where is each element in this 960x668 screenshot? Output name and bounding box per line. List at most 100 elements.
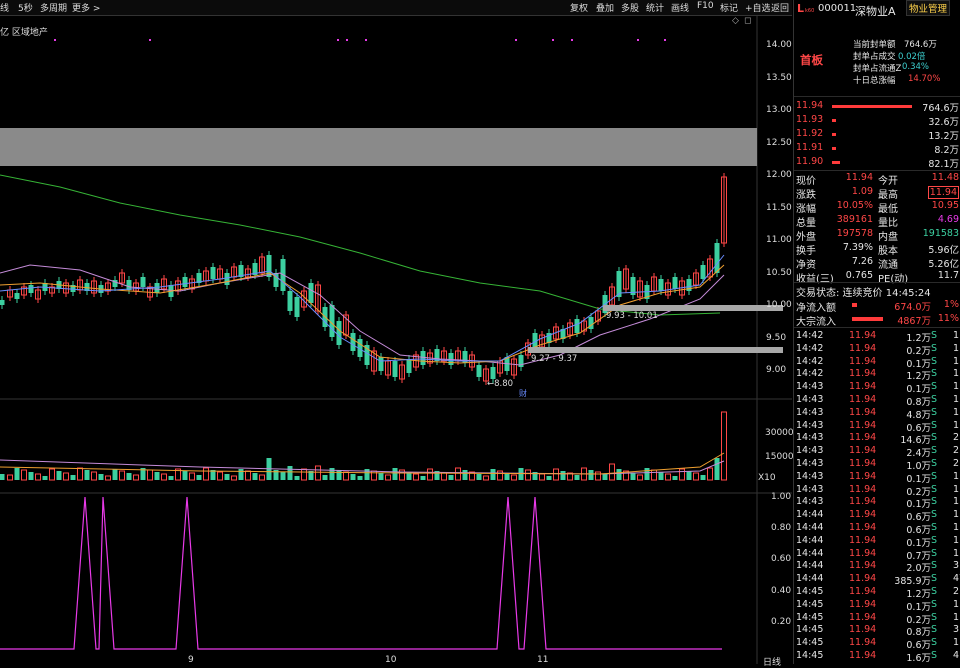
toolbar-button-statistics[interactable]: 统计 (646, 1, 664, 14)
trade-count: 1 (953, 483, 960, 495)
seal-stat-label: 封单占成交 (853, 52, 896, 62)
trade-row: 14:43 11.94 14.6万 S 2 (794, 432, 960, 446)
trade-time: 14:43 (796, 445, 824, 457)
trade-direction: S (931, 637, 938, 649)
bid-price: 11.94 (796, 100, 824, 111)
trade-time: 14:44 (796, 509, 824, 521)
volume-bar (399, 469, 405, 481)
trade-count: 2 (953, 586, 960, 597)
resistance-zone (0, 128, 757, 166)
quote-label: 外盘 (796, 232, 816, 243)
quote-value: 10.05% (836, 200, 873, 211)
trade-direction: S (931, 445, 938, 457)
trade-count: 1 (953, 342, 960, 354)
candle-down (336, 321, 342, 345)
trade-row: 14:43 11.94 0.1万 S 1 (794, 471, 960, 485)
volume-bar (189, 472, 195, 481)
toolbar-item-more[interactable]: 更多 > (72, 1, 100, 14)
volume-bar (504, 473, 510, 480)
range-label-lower: 9.27 - 9.37 (531, 354, 578, 364)
volume-bar (707, 467, 713, 481)
candle-down (476, 365, 482, 377)
toolbar-button-mark[interactable]: 标记 (720, 1, 738, 14)
price-axis-label: 10.50 (766, 267, 792, 278)
trade-direction: S (931, 586, 938, 597)
candle-down (308, 283, 314, 303)
price-axis-label: 9.50 (766, 332, 787, 343)
toolbar-button-restore-rights[interactable]: 复权 (570, 1, 588, 14)
toolbar-item-multi-period[interactable]: 多周期 (40, 1, 67, 14)
volume-bar (98, 474, 104, 480)
bid-volume: 82.1万 (928, 159, 959, 170)
seal-stat-label: 十日总涨幅 (853, 76, 896, 86)
toolbar-button-draw-line[interactable]: 画线 (671, 1, 689, 14)
volume-bar (357, 476, 363, 480)
kline-chart[interactable] (0, 15, 792, 664)
toolbar-button-add-watchlist[interactable]: +自选 (745, 1, 771, 14)
volume-bar (84, 470, 90, 480)
quote-value: 11.94 (845, 172, 873, 183)
flow-bar (852, 303, 858, 307)
trade-direction: S (931, 522, 938, 533)
candle-down (329, 305, 335, 337)
trade-count: 1 (953, 406, 960, 418)
seal-stat-value: 0.34% (902, 62, 930, 72)
trade-count: 1 (953, 598, 960, 610)
quote-label: 最低 (878, 204, 898, 215)
trade-direction: S (931, 560, 938, 572)
candle-down (392, 361, 398, 377)
volume-bar (497, 470, 503, 481)
candle-down (287, 291, 293, 311)
toolbar-button-back[interactable]: 返回 (771, 1, 789, 14)
trade-price: 11.94 (849, 573, 877, 585)
volume-bar (133, 474, 139, 481)
candle-down (574, 319, 580, 333)
trade-direction: S (931, 368, 938, 380)
trade-time: 14:43 (796, 483, 824, 495)
trade-count: 1 (953, 496, 960, 508)
trade-row: 14:45 11.94 0.6万 S 1 (794, 637, 960, 651)
trade-price: 11.94 (849, 342, 877, 354)
trade-count: 1 (953, 394, 960, 405)
volume-bar (21, 469, 27, 481)
range-label-upper: 9.93 - 10.01 (606, 311, 658, 321)
industry-button[interactable]: 物业管理 (906, 0, 951, 16)
trade-time: 14:44 (796, 573, 824, 585)
toolbar-button-f10[interactable]: F10 (697, 1, 714, 11)
volume-axis-label-15000: 15000 (765, 452, 794, 462)
volume-bar (672, 476, 678, 480)
trade-price: 11.94 (849, 445, 877, 457)
volume-bar (679, 468, 685, 481)
volume-bar (217, 471, 223, 481)
volume-bar (574, 475, 580, 480)
bid-volume-bar (832, 133, 836, 136)
trade-row: 14:42 11.94 1.2万 S 1 (794, 368, 960, 382)
indicator-axis-label-4: 0.40 (771, 586, 792, 596)
volume-bar (112, 469, 118, 480)
seal-stat-label: 当前封单额 (853, 40, 896, 50)
trade-row: 14:43 11.94 0.1万 S 1 (794, 381, 960, 395)
price-axis-label: 11.50 (766, 202, 792, 213)
volume-bar (385, 474, 391, 481)
bid-price: 11.90 (796, 156, 824, 167)
financial-report-marker[interactable]: 财 (519, 388, 527, 399)
signal-dot (54, 39, 56, 41)
trade-direction: S (931, 509, 938, 521)
candle-down (658, 279, 664, 291)
toolbar-item-line[interactable]: 线 (0, 1, 9, 14)
toolbar-button-overlay[interactable]: 叠加 (596, 1, 614, 14)
volume-unit: X10 (758, 473, 776, 483)
trade-row: 14:44 11.94 2.0万 S 3 (794, 560, 960, 574)
trade-direction: S (931, 496, 938, 508)
candle-down (210, 267, 216, 279)
candle-down (14, 293, 20, 299)
toolbar-button-multi-stock[interactable]: 多股 (621, 1, 639, 14)
trade-count: 1 (953, 330, 960, 341)
trade-price: 11.94 (849, 330, 877, 341)
toolbar-item-5sec[interactable]: 5秒 (18, 1, 33, 14)
trade-time: 14:42 (796, 368, 824, 380)
trade-price: 11.94 (849, 624, 877, 636)
period-label[interactable]: 日线 (763, 655, 781, 668)
flow-label: 净流入额 (796, 303, 836, 314)
bid-price: 11.93 (796, 114, 824, 125)
